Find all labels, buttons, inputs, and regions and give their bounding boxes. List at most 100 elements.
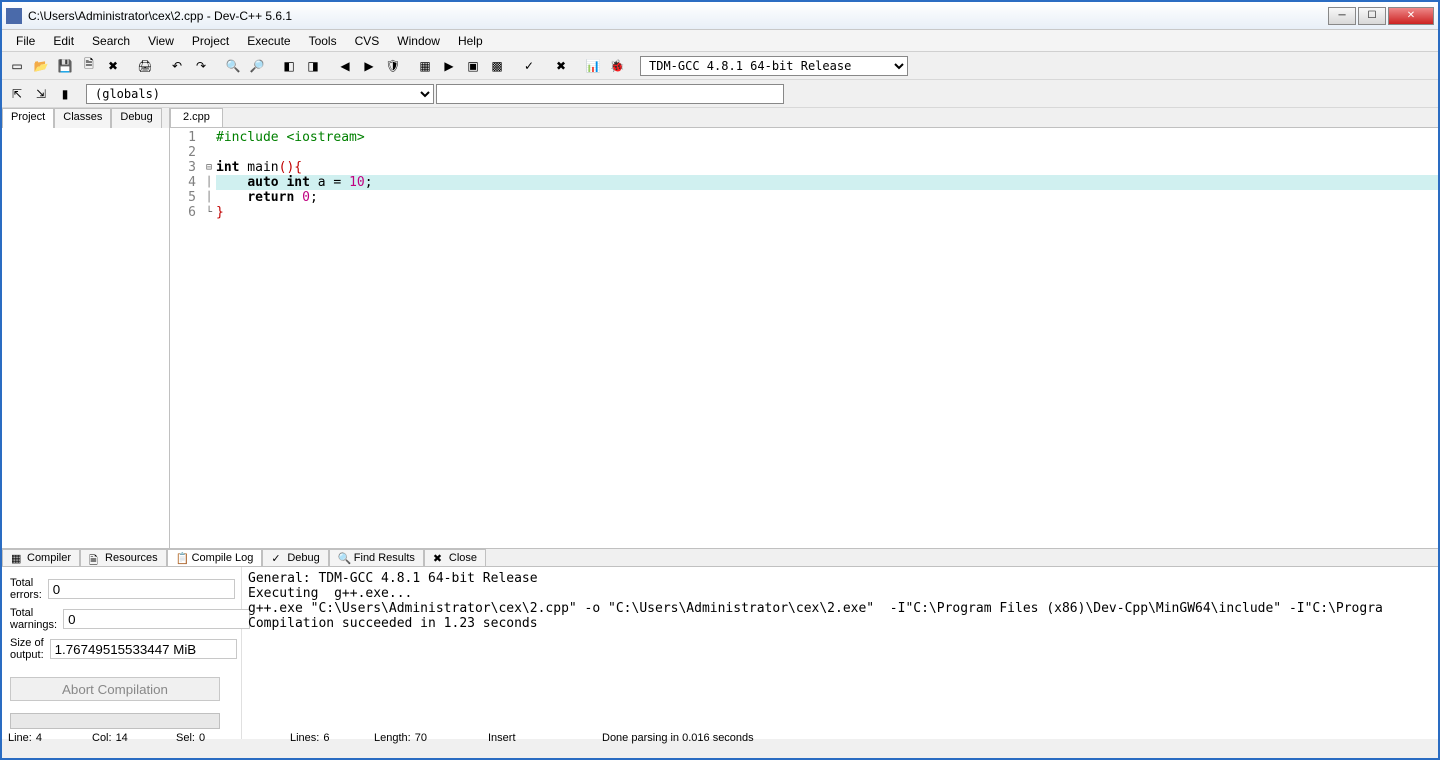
menu-project[interactable]: Project [184,32,237,50]
fwd-icon[interactable]: ▶ [358,55,380,77]
toolbar-1: ▭📂💾🗎✖🖨↶↷🔍🔎◧◨◀▶🛡▦▶▣▩✓✖📊🐞TDM-GCC 4.8.1 64-… [2,52,1438,80]
editor-area: 2.cpp 123456 ⊟││└ #include <iostream> in… [170,108,1438,548]
bottom-tab-icon: ▦ [11,552,23,564]
editor-tabs: 2.cpp [170,108,1438,128]
bottom-tab-label: Compiler [27,552,71,564]
rebuild-icon[interactable]: ▩ [486,55,508,77]
left-tab-debug[interactable]: Debug [111,108,161,128]
find-icon[interactable]: 🔍 [222,55,244,77]
compile-stats: Total errors: Total warnings: Size of ou… [2,567,242,739]
total-errors-field[interactable] [48,579,235,599]
menu-view[interactable]: View [140,32,182,50]
syntax-icon[interactable]: ✓ [518,55,540,77]
bottom-tab-label: Compile Log [192,552,254,564]
bottom-tab-debug[interactable]: ✓ Debug [262,549,328,566]
abort-compilation-button[interactable]: Abort Compilation [10,677,220,701]
replace-icon[interactable]: 🔎 [246,55,268,77]
toggle-bm-icon[interactable]: ◧ [278,55,300,77]
menu-window[interactable]: Window [389,32,448,50]
run-icon[interactable]: ▶ [438,55,460,77]
total-errors-label: Total errors: [10,577,42,601]
maximize-button[interactable]: ☐ [1358,7,1386,25]
compile-progress [10,713,220,729]
bottom-tab-icon: 📋 [176,552,188,564]
bottom-tab-compiler[interactable]: ▦ Compiler [2,549,80,566]
app-icon [6,8,22,24]
bottom-tab-close[interactable]: ✖ Close [424,549,486,566]
output-size-field[interactable] [50,639,237,659]
code-editor[interactable]: 123456 ⊟││└ #include <iostream> int main… [170,128,1438,548]
bottom-tab-label: Debug [287,552,319,564]
sb-line-label: Line: [8,732,32,744]
bottom-tabs: ▦ Compiler 🗎 Resources 📋 Compile Log ✓ Debug 🔍 Fi… [2,549,1438,567]
left-tab-classes[interactable]: Classes [54,108,111,128]
left-tab-project[interactable]: Project [2,108,54,128]
editor-tab-active[interactable]: 2.cpp [170,108,223,127]
left-panel: ProjectClassesDebug [2,108,170,548]
goto-icon[interactable]: ⇲ [30,83,52,105]
output-size-label: Size of output: [10,637,44,661]
sb-line: 4 [36,732,42,744]
bottom-tab-label: Resources [105,552,158,564]
menu-bar: FileEditSearchViewProjectExecuteToolsCVS… [2,30,1438,52]
bottom-panel: ▦ Compiler 🗎 Resources 📋 Compile Log ✓ Debug 🔍 Fi… [2,548,1438,726]
menu-cvs[interactable]: CVS [347,32,388,50]
menu-tools[interactable]: Tools [301,32,345,50]
save-icon[interactable]: 💾 [54,55,76,77]
bottom-tab-resources[interactable]: 🗎 Resources [80,549,167,566]
globals-combo[interactable]: (globals) [86,84,434,104]
sb-col: 14 [116,732,128,744]
menu-help[interactable]: Help [450,32,491,50]
window-buttons: ─ ☐ ✕ [1328,7,1434,25]
total-warnings-label: Total warnings: [10,607,57,631]
total-warnings-field[interactable] [63,609,250,629]
sb-sel: 0 [199,732,205,744]
close-file-icon[interactable]: ✖ [102,55,124,77]
sb-sel-label: Sel: [176,732,195,744]
close-button[interactable]: ✕ [1388,7,1434,25]
bottom-tab-icon: ✖ [433,552,445,564]
back-icon[interactable]: ◀ [334,55,356,77]
bookmarks-icon[interactable]: ▮ [54,83,76,105]
toolbar-2: ⇱⇲▮ (globals) [2,80,1438,108]
minimize-button[interactable]: ─ [1328,7,1356,25]
bottom-tab-icon: ✓ [271,552,283,564]
symbol-combo[interactable] [436,84,784,104]
menu-search[interactable]: Search [84,32,138,50]
menu-execute[interactable]: Execute [239,32,298,50]
insert-file-icon[interactable]: ⇱ [6,83,28,105]
compile-run-icon[interactable]: ▣ [462,55,484,77]
compile-log[interactable]: General: TDM-GCC 4.8.1 64-bit Release Ex… [242,567,1438,739]
shield-icon[interactable]: 🛡 [382,55,404,77]
profile-icon[interactable]: 📊 [582,55,604,77]
sb-col-label: Col: [92,732,112,744]
undo-icon[interactable]: ↶ [166,55,188,77]
title-bar: C:\Users\Administrator\cex\2.cpp - Dev-C… [2,2,1438,30]
project-tree[interactable] [2,128,169,548]
bottom-tab-icon: 🗎 [89,552,101,564]
bottom-content: Total errors: Total warnings: Size of ou… [2,567,1438,739]
debug-ico-icon[interactable]: 🐞 [606,55,628,77]
print-icon[interactable]: 🖨 [134,55,156,77]
left-tabs: ProjectClassesDebug [2,108,169,128]
compile-icon[interactable]: ▦ [414,55,436,77]
menu-file[interactable]: File [8,32,43,50]
goto-bm-icon[interactable]: ◨ [302,55,324,77]
new-icon[interactable]: ▭ [6,55,28,77]
main-area: ProjectClassesDebug 2.cpp 123456 ⊟││└ #i… [2,108,1438,548]
fold-column[interactable]: ⊟││└ [202,128,216,548]
bottom-tab-label: Close [449,552,477,564]
compiler-select[interactable]: TDM-GCC 4.8.1 64-bit Release [640,56,908,76]
bottom-tab-label: Find Results [354,552,415,564]
bottom-tab-compile-log[interactable]: 📋 Compile Log [167,549,263,566]
open-icon[interactable]: 📂 [30,55,52,77]
menu-edit[interactable]: Edit [45,32,82,50]
bottom-tab-find-results[interactable]: 🔍 Find Results [329,549,424,566]
redo-icon[interactable]: ↷ [190,55,212,77]
stop-icon[interactable]: ✖ [550,55,572,77]
code-lines[interactable]: #include <iostream> int main(){ auto int… [216,128,1438,548]
line-gutter: 123456 [170,128,202,548]
bottom-tab-icon: 🔍 [338,552,350,564]
saveall-icon[interactable]: 🗎 [78,55,100,77]
window-title: C:\Users\Administrator\cex\2.cpp - Dev-C… [28,9,1328,23]
